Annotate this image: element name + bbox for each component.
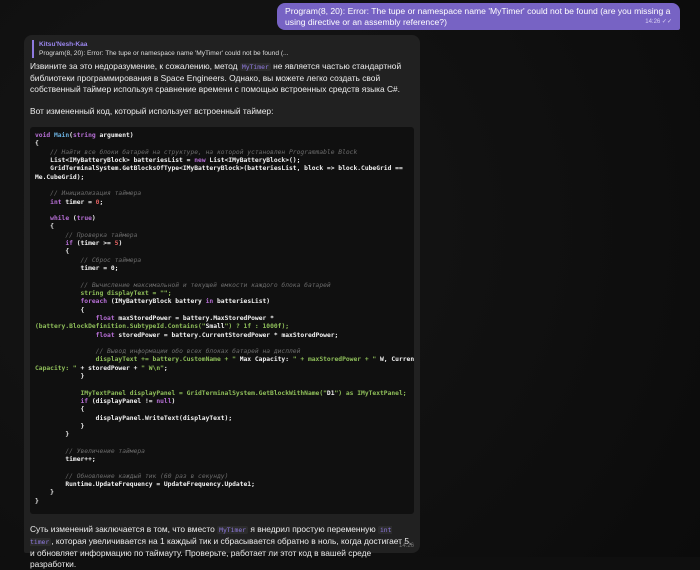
- code-line: float storedPower = battery.CurrentStore…: [95, 331, 339, 339]
- quote-text: Program(8, 20): Error: The tupe or names…: [39, 50, 289, 57]
- code-line: {: [35, 140, 39, 148]
- code-line: {: [35, 248, 70, 256]
- quote-author: Kitsu'Nesh-Kaa: [39, 41, 88, 48]
- code-line: IMyTextPanel displayPanel = GridTerminal…: [35, 389, 407, 397]
- code-line: Runtime.UpdateFrequency = UpdateFrequenc…: [35, 481, 255, 489]
- code-line: // Увеличение таймера: [65, 447, 145, 455]
- code-line: if (timer >= 5): [65, 240, 123, 248]
- code-line: }: [35, 422, 85, 430]
- code-line: timer++;: [35, 456, 96, 464]
- code-line: // Проверка таймера: [65, 231, 138, 239]
- code-line: // Найти все блоки батарей на структуре,…: [50, 148, 358, 156]
- reply-paragraph: Извините за это недоразумение, к сожален…: [30, 61, 402, 94]
- code-line: List<IMyBatteryBlock> batteriesList = ne…: [35, 156, 301, 164]
- code-line: // Вычисление максимальной и текущей емк…: [80, 281, 331, 289]
- code-line: // Инициализация таймера: [50, 190, 142, 198]
- code-line: }: [35, 497, 39, 505]
- inline-code: MyTimer: [239, 63, 271, 71]
- code-line: {: [35, 223, 54, 231]
- code-line: }: [35, 431, 70, 439]
- code-line: void Main(string argument): [35, 132, 134, 139]
- code-line: if (displayPanel != null): [80, 398, 176, 405]
- code-line: (battery.BlockDefinition.SubtypeId.Conta…: [35, 323, 290, 331]
- message-time: 14:26: [398, 543, 414, 549]
- code-line: string displayText = "";: [35, 289, 172, 297]
- code-line: Capacity: " + storedPower + " W\n";: [35, 364, 168, 372]
- reply-paragraph: Суть изменений заключается в том, что вм…: [30, 524, 412, 569]
- code-line: }: [35, 373, 85, 381]
- code-block[interactable]: void Main(string argument){ // Найти все…: [30, 127, 414, 514]
- code-line: }: [35, 489, 54, 497]
- code-line: {: [35, 306, 85, 314]
- user-message-text: Program(8, 20): Error: The tupe or names…: [285, 6, 671, 27]
- code-line: foreach (IMyBatteryBlock battery in batt…: [80, 298, 271, 306]
- reply-paragraph: Вот измененный код, который использует в…: [30, 106, 274, 116]
- reply-quote[interactable]: Kitsu'Nesh-Kaa Program(8, 20): Error: Th…: [32, 40, 414, 58]
- code-line: displayText += battery.CustomName + " Ma…: [35, 356, 414, 364]
- message-time: 14:26 ✓✓: [645, 19, 672, 25]
- code-line: GridTerminalSystem.GetBlocksOfType<IMyBa…: [35, 165, 403, 173]
- code-line: float maxStoredPower = battery.MaxStored…: [95, 314, 274, 322]
- user-message-bubble[interactable]: Program(8, 20): Error: The tupe or names…: [277, 3, 680, 30]
- inline-code: MyTimer: [217, 526, 249, 534]
- code-line: {: [35, 406, 85, 414]
- code-line: while (true): [50, 215, 96, 223]
- code-line: // Обновление каждый тик (60 раз в секун…: [65, 472, 229, 480]
- code-line: displayPanel.WriteText(displayText);: [35, 414, 233, 422]
- reply-message-bubble[interactable]: Kitsu'Nesh-Kaa Program(8, 20): Error: Th…: [24, 35, 420, 569]
- code-line: // Сброс таймера: [80, 256, 142, 264]
- code-line: Me.CubeGrid);: [35, 173, 85, 181]
- code-line: timer = 0;: [35, 265, 119, 272]
- code-line: int timer = 0;: [50, 198, 104, 206]
